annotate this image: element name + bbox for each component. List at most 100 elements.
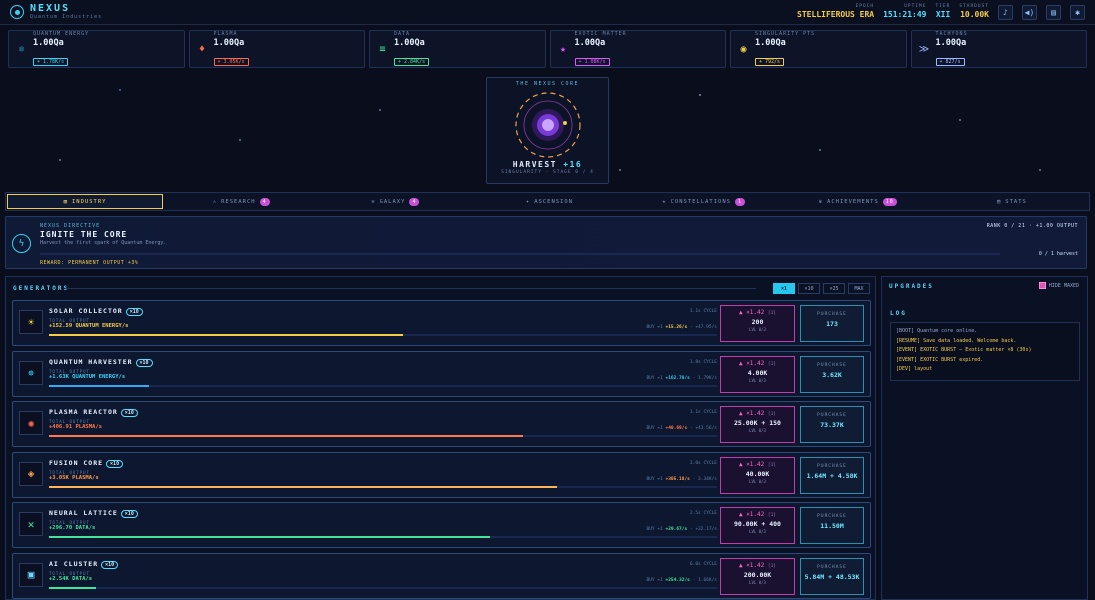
checkbox-icon[interactable] (1038, 282, 1046, 289)
multiplier-upgrade-button[interactable]: ▲ ×1.42 [1] 40.00K LVL 0/3 (720, 456, 795, 494)
multiplier-value: ▲ ×1.42 [1] (721, 461, 794, 468)
brand: NEXUS Quantum Industries (30, 4, 102, 20)
tab-ascension[interactable]: ✦ ASCENSION (472, 193, 626, 210)
multiplier-button[interactable]: ×25 (823, 283, 845, 294)
rate-total: · +43.56/s (689, 426, 717, 431)
chip-icon[interactable]: ▣ (19, 562, 43, 587)
resource-card[interactable]: ≫ TACHYONS 1.00Qa + 827/s (910, 30, 1087, 68)
resource-card[interactable]: ♦ PLASMA 1.00Qa + 3.05K/s (188, 30, 365, 68)
total-output: +3.05K PLASMA/s (49, 474, 99, 481)
tachyon-icon: ≫ (918, 43, 930, 55)
book-icon[interactable]: ▤ (1046, 4, 1061, 20)
generators-panel: GENERATORS ×1 ×10 ×25 MAX ☀ SOLAR COLLECTOR ×… (5, 276, 876, 600)
purchase-button[interactable]: PURCHASE 73.37K (800, 406, 864, 443)
network-icon[interactable]: ✕ (19, 512, 43, 536)
generator-title: AI CLUSTER (49, 559, 99, 568)
rate-main: +305.18/s (665, 476, 690, 482)
upgrade-level: LVL 0/3 (749, 377, 766, 383)
purchase-label: PURCHASE (817, 463, 847, 469)
harvest-button[interactable]: HARVEST +16 (487, 160, 608, 169)
tab-label: GALAXY (379, 198, 406, 205)
multiplier-value: ▲ ×1.42 [1] (721, 309, 794, 316)
multiplier-button[interactable]: MAX (848, 283, 870, 294)
resource-card[interactable]: ⚛ QUANTUM ENERGY 1.00Qa + 1.78K/s (8, 30, 185, 68)
resource-info: PLASMA 1.00Qa + 3.05K/s (213, 31, 249, 67)
purchase-button[interactable]: PURCHASE 11.50M (800, 507, 864, 544)
upgrade-cost: 200 (751, 318, 764, 326)
tab-stats[interactable]: ▤ STATS (935, 193, 1089, 210)
directive-description: Harvest the first spark of Quantum Energ… (40, 240, 167, 246)
fusion-icon[interactable]: ◈ (19, 461, 43, 486)
upgrade-cost: 200.00K (743, 570, 772, 579)
header-divider (66, 288, 756, 289)
harvester-icon[interactable]: ✵ (19, 360, 43, 385)
hide-maxed-toggle[interactable]: HIDE MAXED (1038, 282, 1079, 289)
mult-sub: [1] (767, 563, 777, 569)
cycle-time: 1.8s CYCLE (689, 359, 717, 365)
core-orb-icon[interactable] (513, 90, 583, 160)
multiplier-button[interactable]: ×1 (773, 283, 795, 294)
multiplier-upgrade-button[interactable]: ▲ ×1.42 [1] 4.00K LVL 0/3 (720, 355, 795, 393)
tab-badge: 1 (734, 197, 745, 206)
resource-card[interactable]: ◉ SINGULARITY PTS 1.00Qa + 792/s (730, 30, 907, 68)
upgrade-cost: 25.00K + 150 (734, 419, 781, 427)
rate-main: +15.26/s (665, 325, 688, 330)
purchase-button[interactable]: PURCHASE 3.62K (800, 355, 864, 393)
resource-card[interactable]: ★ EXOTIC MATTER 1.00Qa + 1.08K/s (549, 30, 726, 68)
generator-title: SOLAR COLLECTOR (49, 307, 123, 315)
resource-info: SINGULARITY PTS 1.00Qa + 792/s (755, 31, 815, 67)
sun-icon[interactable]: ☀ (19, 310, 43, 334)
reactor-icon[interactable]: ✺ (19, 411, 43, 435)
purchase-button[interactable]: PURCHASE 173 (800, 305, 864, 342)
multiplier-upgrade-button[interactable]: ▲ ×1.42 [1] 90.00K + 400 LVL 0/3 (720, 507, 795, 544)
stats-icon: ▤ (996, 198, 1002, 205)
side-panel: UPGRADES HIDE MAXED LOG [BOOT] Quantum c… (881, 276, 1088, 600)
cycle-time: 3.0s CYCLE (689, 460, 717, 466)
upgrade-cost: 40.00K (745, 469, 770, 478)
top-bar: NEXUS Quantum Industries EPOCH STELLIFERO… (0, 0, 1095, 25)
tab-industry[interactable]: ▥ INDUSTRY (7, 194, 164, 209)
music-icon[interactable]: ♪ (998, 4, 1013, 20)
stardust-stat: STARDUST 10.00K (959, 4, 989, 19)
resource-value: 1.00Qa (755, 38, 786, 48)
cycle-time: 1.1s CYCLE (689, 410, 717, 415)
upgrade-level: LVL 0/3 (749, 478, 766, 484)
resource-card[interactable]: ≡ DATA 1.00Qa + 2.84K/s (369, 30, 546, 68)
multiplier-upgrade-button[interactable]: ▲ ×1.42 [1] 200.00K LVL 0/3 (720, 557, 795, 595)
resource-info: DATA 1.00Qa + 2.84K/s (394, 31, 430, 67)
resource-info: EXOTIC MATTER 1.00Qa + 1.08K/s (574, 31, 627, 67)
total-output: +152.59 QUANTUM ENERGY/s (49, 323, 129, 329)
resource-value: 1.00Qa (574, 38, 606, 48)
gear-icon[interactable]: ✱ (1070, 4, 1085, 20)
generator-title: NEURAL LATTICE (49, 509, 118, 517)
multiplier-value: ▲ ×1.42 [1] (721, 511, 794, 518)
progress-fill (49, 435, 524, 437)
purchase-button[interactable]: PURCHASE 1.64M + 4.58K (800, 456, 864, 494)
directive-progress: 0 / 1 harvest (1038, 251, 1078, 257)
tab-galaxy[interactable]: ✲ GALAXY 4 (318, 193, 472, 210)
multiplier-button[interactable]: ×10 (798, 283, 820, 294)
resource-name: DATA (394, 31, 411, 37)
cycle-time: 1.1s CYCLE (689, 309, 717, 314)
tab-research[interactable]: ⚠ RESEARCH 4 (164, 193, 318, 210)
nexus-core-panel[interactable]: THE NEXUS CORE HARVEST +16 SINGULARITY ·… (486, 77, 609, 184)
volume-icon[interactable]: ◀) (1022, 4, 1037, 20)
epoch-stat: EPOCH STELLIFEROUS ERA (797, 4, 875, 19)
multiplier-upgrade-button[interactable]: ▲ ×1.42 [1] 200 LVL 0/3 (720, 305, 795, 342)
progress-fill (49, 384, 150, 387)
generator-title: FUSION CORE (49, 458, 104, 467)
tab-label: ACHIEVEMENTS (827, 198, 879, 205)
generator-row: ◈ FUSION CORE ×10 TOTAL OUTPUT +3.05K PLASMA… (12, 451, 871, 498)
generator-name: PLASMA REACTOR ×10 (49, 408, 138, 417)
multiplier-upgrade-button[interactable]: ▲ ×1.42 [1] 25.00K + 150 LVL 0/3 (720, 406, 795, 443)
generator-row: ✺ PLASMA REACTOR ×10 TOTAL OUTPUT +406.91 PL… (12, 401, 871, 447)
mult-sub: [1] (767, 513, 777, 518)
total-output: +1.63K QUANTUM ENERGY/s (49, 373, 126, 380)
tab-achievements[interactable]: ♛ ACHIEVEMENTS 10 (781, 193, 935, 210)
total-output: +2.54K DATA/s (49, 575, 93, 582)
progress-fill (49, 485, 557, 488)
tab-constellations[interactable]: ★ CONSTELLATIONS 1 (627, 193, 781, 210)
generator-name: NEURAL LATTICE ×10 (49, 509, 138, 518)
purchase-button[interactable]: PURCHASE 5.84M + 48.53K (800, 557, 864, 595)
trophy-icon: ♛ (818, 198, 824, 205)
